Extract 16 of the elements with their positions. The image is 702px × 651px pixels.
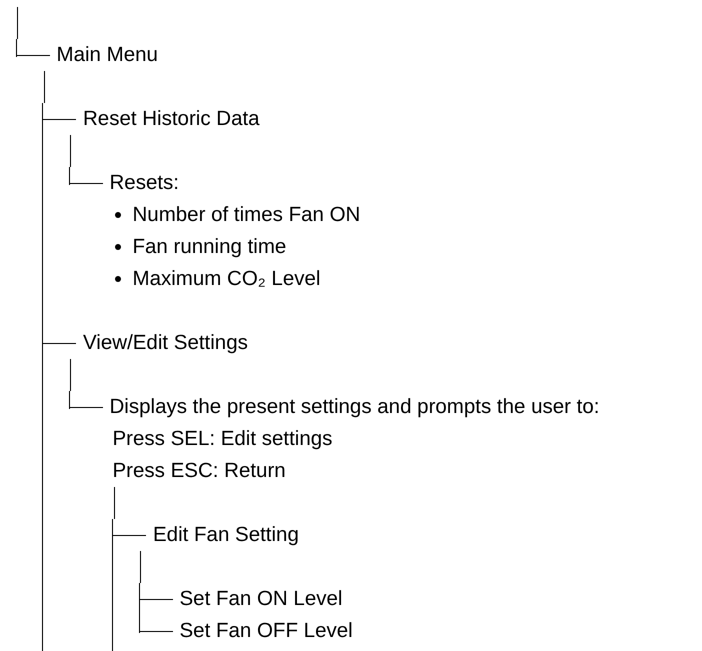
- bullet-icon: [114, 244, 120, 250]
- prompt-text: Press SEL: Edit settings: [112, 426, 334, 452]
- bullet-icon: [114, 212, 120, 218]
- prompt-text: Press ESC: Return: [112, 458, 287, 484]
- tree-node-label: Set Fan OFF Level: [180, 618, 353, 644]
- tree-node-label: Set Fan ON Level: [180, 586, 342, 612]
- tree-node-label: Displays the present settings and prompts the user to:: [110, 394, 600, 420]
- tree-node-label: Reset Historic Data: [83, 106, 260, 132]
- bullet-item: Maximum CO₂ Level: [132, 266, 320, 292]
- bullet-icon: [114, 276, 120, 282]
- bullet-item: Number of times Fan ON: [132, 202, 360, 228]
- bullet-item: Fan running time: [132, 234, 286, 260]
- tree-node-label: Main Menu: [56, 42, 158, 68]
- tree-node-label: Resets:: [110, 170, 179, 196]
- tree-node-label: View/Edit Settings: [83, 330, 248, 356]
- tree-node-label: Edit Fan Setting: [153, 522, 299, 548]
